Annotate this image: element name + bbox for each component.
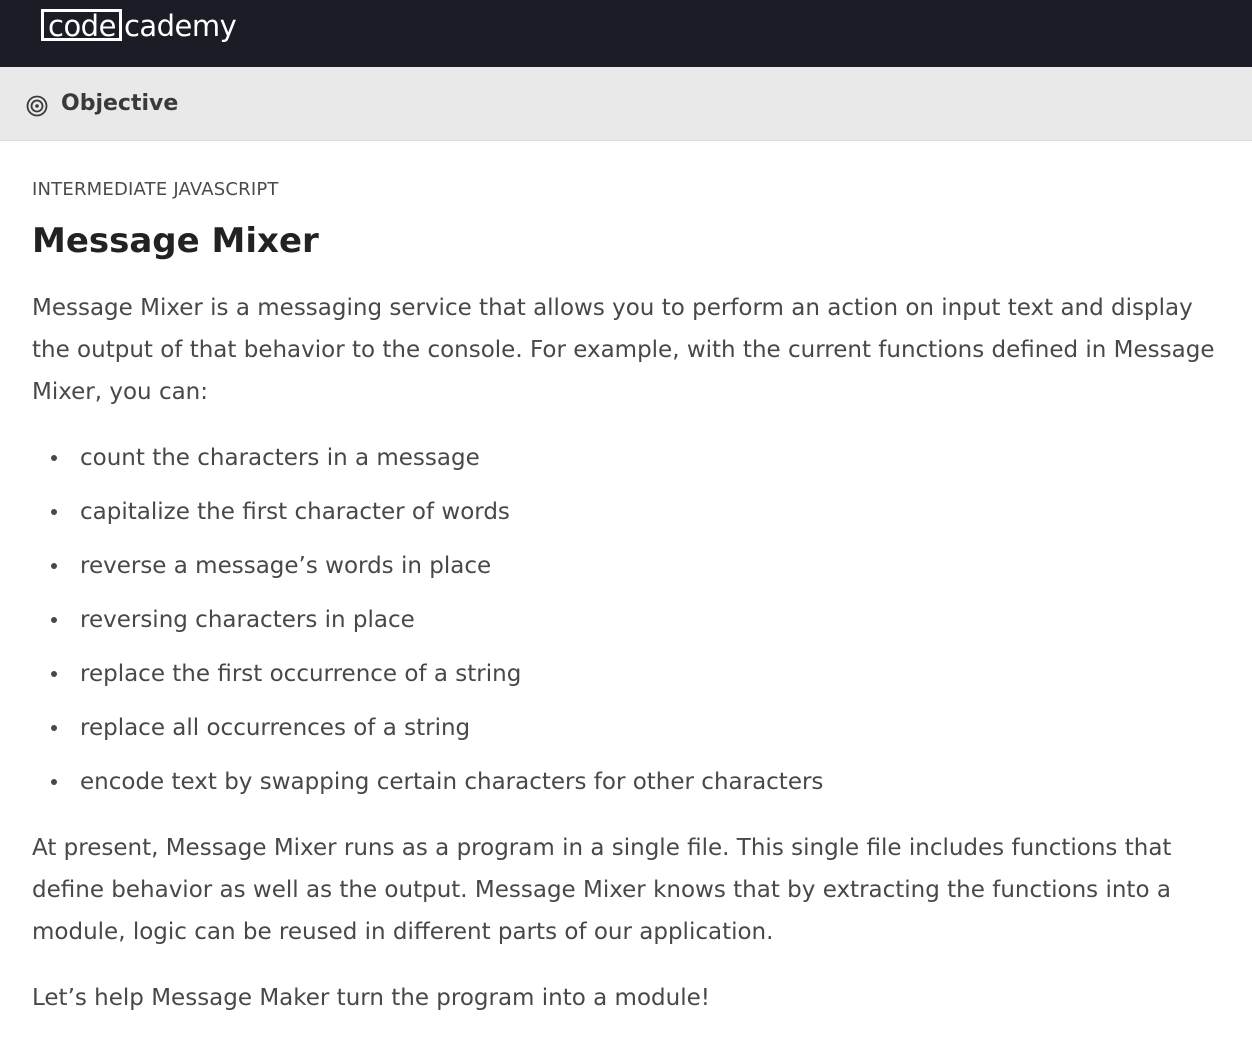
logo-boxed-text: code [41,9,122,41]
bullet-icon [51,725,57,731]
bullet-icon [51,779,57,785]
codecademy-logo[interactable]: code cademy [41,9,237,43]
list-item: capitalize the first character of words [32,491,1222,545]
bullet-icon [51,563,57,569]
logo-text: cademy [123,9,237,43]
list-item: replace all occurrences of a string [32,707,1222,761]
list-item-text: capitalize the first character of words [80,499,510,525]
feature-list: count the characters in a message capita… [32,437,1222,815]
objective-label: Objective [61,91,179,116]
body-paragraph: At present, Message Mixer runs as a prog… [32,835,1172,945]
list-item: reverse a message’s words in place [32,545,1222,599]
list-item: reversing characters in place [32,599,1222,653]
list-item: count the characters in a message [32,437,1222,491]
list-item-text: replace all occurrences of a string [80,715,471,741]
top-nav-bar: code cademy [0,0,1252,67]
bullet-icon [51,509,57,515]
bullet-icon [51,617,57,623]
list-item: encode text by swapping certain characte… [32,761,1222,815]
list-item: replace the first occurrence of a string [32,653,1222,707]
objective-header[interactable]: Objective [0,67,1252,141]
lesson-title: Message Mixer [32,221,319,261]
list-item-text: replace the first occurrence of a string [80,661,522,687]
list-item-text: count the characters in a message [80,445,480,471]
list-item-text: reversing characters in place [80,607,415,633]
list-item-text: encode text by swapping certain characte… [80,769,824,795]
target-icon [26,95,48,117]
bullet-icon [51,455,57,461]
list-item-text: reverse a message’s words in place [80,553,492,579]
closing-paragraph: Let’s help Message Maker turn the progra… [32,985,710,1011]
bullet-icon [51,671,57,677]
intro-paragraph: Message Mixer is a messaging service tha… [32,295,1215,405]
course-name: INTERMEDIATE JAVASCRIPT [32,179,279,200]
